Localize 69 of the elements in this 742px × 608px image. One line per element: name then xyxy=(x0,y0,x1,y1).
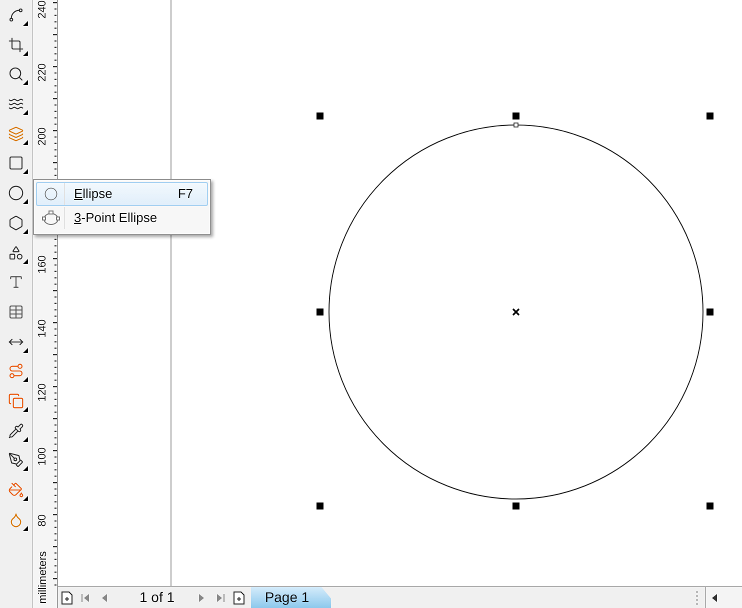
flyout-arrow-icon xyxy=(23,406,28,412)
magnifier-icon xyxy=(8,66,24,82)
type-icon xyxy=(8,274,24,290)
table-icon xyxy=(8,304,24,320)
node-curve-icon xyxy=(8,7,24,23)
selection-handle[interactable] xyxy=(512,112,520,120)
selection-handle[interactable] xyxy=(706,308,714,316)
circle-icon xyxy=(8,185,24,202)
previous-page-icon[interactable] xyxy=(101,592,107,602)
circle-icon xyxy=(44,187,58,201)
selection-handle[interactable] xyxy=(316,112,324,120)
flyout-arrow-icon xyxy=(23,348,28,353)
ruler-label: 100 xyxy=(37,446,49,467)
last-page-icon[interactable] xyxy=(216,592,225,602)
shapes-icon xyxy=(8,244,24,260)
selection-handle[interactable] xyxy=(706,112,714,120)
selection-handle[interactable] xyxy=(316,502,324,510)
flyout-arrow-icon xyxy=(23,466,28,472)
square-icon xyxy=(8,155,24,172)
menu-item[interactable]: 3-Point Ellipse xyxy=(36,206,208,230)
flyout-arrow-icon xyxy=(23,228,28,234)
ruler-label: 160 xyxy=(37,254,49,275)
menu-item-label: Ellipse xyxy=(74,185,112,204)
layers-icon xyxy=(8,126,24,142)
selection-handle[interactable] xyxy=(316,308,324,316)
flyout-arrow-icon xyxy=(23,258,28,264)
route-icon xyxy=(8,363,24,380)
flyout-arrow-icon xyxy=(23,110,28,116)
ruler-label: 120 xyxy=(37,382,49,403)
ruler-unit-label: millimeters xyxy=(36,550,50,606)
three-point-circle-icon xyxy=(42,210,60,226)
node-marker[interactable] xyxy=(514,122,518,128)
paint-bucket-icon xyxy=(8,482,24,498)
flyout-arrow-icon xyxy=(23,377,28,382)
flyout-arrow-icon xyxy=(23,21,28,26)
center-marker[interactable] xyxy=(512,308,520,316)
flyout-arrow-icon xyxy=(23,80,28,86)
selection-handle[interactable] xyxy=(512,502,520,510)
ruler-label: 140 xyxy=(37,318,49,339)
crop-icon xyxy=(8,36,24,53)
page-counter: 1 of 1 xyxy=(138,588,176,607)
ruler-label: 240 xyxy=(37,0,49,20)
ruler-label: 80 xyxy=(37,512,49,528)
shortcut-label: F7 xyxy=(178,185,193,204)
ruler-label: 200 xyxy=(37,126,49,147)
add-page-icon[interactable] xyxy=(233,590,245,604)
next-page-icon[interactable] xyxy=(199,592,205,602)
selection-handle[interactable] xyxy=(706,502,714,510)
flyout-arrow-icon xyxy=(23,140,28,145)
flyout-arrow-icon xyxy=(23,526,28,531)
flyout-arrow-icon xyxy=(23,436,28,442)
first-page-icon[interactable] xyxy=(81,592,90,602)
splitter-grip-icon[interactable] xyxy=(696,590,699,604)
menu-item[interactable]: Ellipse F7 xyxy=(36,182,208,206)
eyedropper-icon xyxy=(8,422,24,439)
flyout-arrow-icon xyxy=(23,199,28,204)
horizontal-scrollbar[interactable] xyxy=(705,587,742,608)
scroll-left-icon[interactable] xyxy=(712,594,717,602)
flyout-arrow-icon xyxy=(23,50,28,56)
hexagon-icon xyxy=(8,214,24,231)
menu-item-label: 3-Point Ellipse xyxy=(74,209,158,228)
pen-nib-icon xyxy=(8,452,24,468)
flyout-arrow-icon xyxy=(23,169,28,174)
ruler-label: 220 xyxy=(37,62,49,83)
page-tab[interactable]: Page 1 xyxy=(251,587,331,608)
add-page-icon[interactable] xyxy=(61,590,73,604)
droplet-icon xyxy=(8,512,24,528)
flyout-arrow-icon xyxy=(23,496,28,501)
overlapping-squares-icon xyxy=(8,392,24,409)
